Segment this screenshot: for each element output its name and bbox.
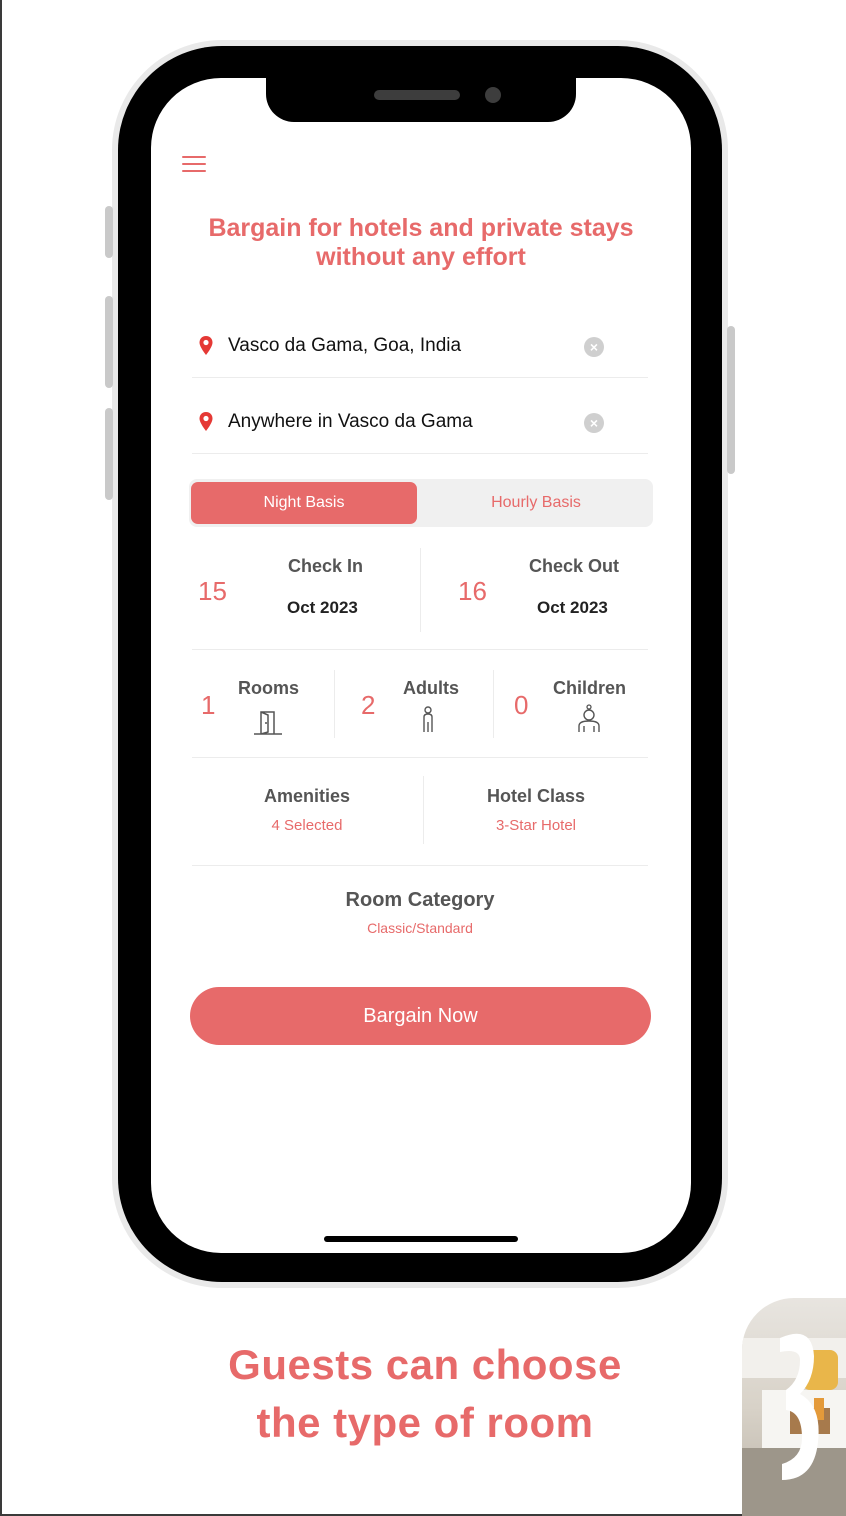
- phone-volume-down: [105, 408, 113, 500]
- divider: [334, 670, 335, 738]
- location-field-secondary[interactable]: Anywhere in Vasco da Gama ×: [192, 391, 648, 454]
- children-count[interactable]: 0: [514, 690, 528, 721]
- check-in-month[interactable]: Oct 2023: [287, 598, 358, 618]
- amenities-filter[interactable]: Amenities 4 Selected: [192, 786, 422, 834]
- check-in-day[interactable]: 15: [198, 576, 227, 607]
- hourly-basis-tab[interactable]: Hourly Basis: [421, 482, 651, 524]
- phone-camera: [485, 87, 501, 103]
- page-headline: Bargain for hotels and private stays wit…: [208, 214, 634, 271]
- phone-volume-up: [105, 296, 113, 388]
- bargain-now-button[interactable]: Bargain Now: [190, 987, 651, 1045]
- basis-toggle: Night Basis Hourly Basis: [189, 479, 653, 527]
- divider: [192, 757, 648, 758]
- check-out-label: Check Out: [529, 556, 620, 576]
- date-section: 15 Check In Oct 2023 16 Check Out Oct 20…: [192, 546, 648, 650]
- hotel-class-value: 3-Star Hotel: [495, 817, 577, 834]
- amenities-label: Amenities: [263, 786, 351, 806]
- door-icon: [254, 711, 282, 735]
- hotel-class-filter[interactable]: Hotel Class 3-Star Hotel: [424, 786, 648, 834]
- home-indicator: [324, 1236, 518, 1242]
- children-label: Children: [553, 678, 627, 698]
- occupancy-section: 1 Rooms 2 Adults 0 Children: [192, 668, 648, 758]
- caption-line-1: Guests can choose: [228, 1341, 622, 1388]
- hotel-class-label: Hotel Class: [486, 786, 586, 806]
- phone-silent-switch: [105, 206, 113, 258]
- divider: [192, 865, 648, 866]
- check-in-label: Check In: [288, 556, 364, 576]
- location-primary-text: Vasco da Gama, Goa, India: [228, 335, 462, 356]
- phone-power-button: [727, 326, 735, 474]
- location-pin-icon: [199, 336, 213, 355]
- check-out-day[interactable]: 16: [458, 576, 487, 607]
- room-category-value: Classic/Standard: [367, 920, 473, 936]
- location-pin-icon: [199, 412, 213, 431]
- caption-line-2: the type of room: [256, 1399, 594, 1446]
- date-divider: [420, 548, 421, 632]
- rooms-label: Rooms: [238, 678, 300, 698]
- location-field-primary[interactable]: Vasco da Gama, Goa, India ×: [192, 315, 648, 378]
- room-category-label: Room Category: [345, 889, 495, 911]
- child-person-icon: [578, 704, 600, 732]
- amenities-value: 4 Selected: [271, 817, 343, 834]
- adults-count[interactable]: 2: [361, 690, 375, 721]
- phone-speaker: [374, 90, 460, 100]
- adults-label: Adults: [403, 678, 459, 698]
- location-secondary-text: Anywhere in Vasco da Gama: [228, 411, 473, 432]
- hamburger-menu-icon[interactable]: [182, 156, 206, 176]
- clear-location-icon[interactable]: ×: [584, 337, 604, 357]
- divider: [192, 649, 648, 650]
- night-basis-tab[interactable]: Night Basis: [191, 482, 417, 524]
- rooms-count[interactable]: 1: [201, 690, 215, 721]
- room-category-selector[interactable]: Room Category Classic/Standard: [192, 889, 648, 936]
- decorative-room-photo: [742, 1298, 846, 1516]
- caption: Guests can choose the type of room: [160, 1336, 690, 1452]
- adult-person-icon: [423, 706, 433, 732]
- divider: [493, 670, 494, 738]
- filters-section: Amenities 4 Selected Hotel Class 3-Star …: [192, 776, 648, 866]
- clear-location-icon[interactable]: ×: [584, 413, 604, 433]
- frame-left-border: [0, 0, 2, 1516]
- check-out-month[interactable]: Oct 2023: [537, 598, 608, 618]
